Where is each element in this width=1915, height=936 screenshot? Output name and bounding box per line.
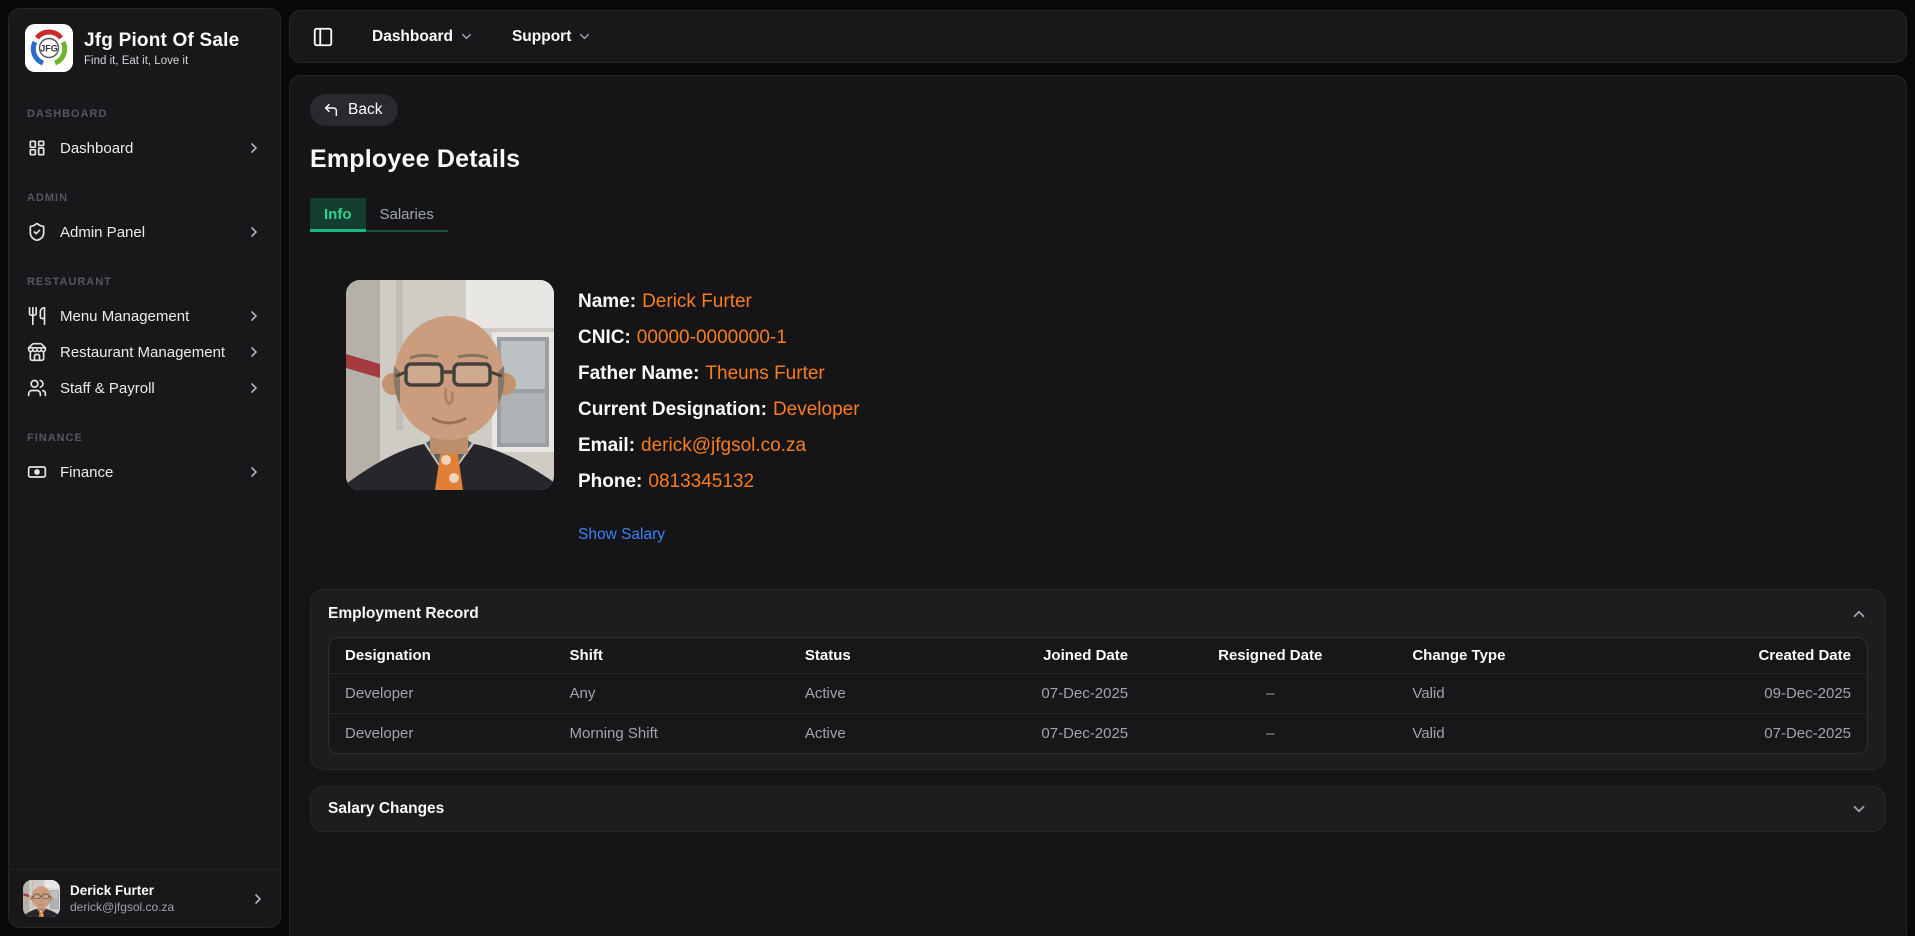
table-row[interactable]: Developer Morning Shift Active 07-Dec-20… xyxy=(329,713,1867,753)
jfg-logo-icon: JFG xyxy=(25,24,73,72)
shield-check-icon xyxy=(27,222,47,242)
employment-record-card: Employment Record Designation Shift Stat… xyxy=(310,589,1886,770)
banknote-icon xyxy=(27,462,47,482)
chevron-right-icon xyxy=(246,380,262,396)
table-header-row: Designation Shift Status Joined Date Res… xyxy=(329,638,1867,673)
nav-section-restaurant: RESTAURANT Menu Management Restaurant Ma… xyxy=(17,276,272,406)
topbar-menu-dashboard[interactable]: Dashboard xyxy=(372,28,474,46)
col-change-type: Change Type xyxy=(1396,638,1651,673)
employee-photo xyxy=(346,280,554,490)
nav-section-dashboard: DASHBOARD Dashboard xyxy=(17,108,272,166)
field-cnic: CNIC:00000-0000000-1 xyxy=(578,320,860,356)
tab-list: Info Salaries xyxy=(310,198,448,232)
nav-section-admin: ADMIN Admin Panel xyxy=(17,192,272,250)
user-avatar xyxy=(23,880,60,917)
chevron-right-icon xyxy=(246,140,262,156)
col-status: Status xyxy=(789,638,1018,673)
sidebar-item-restaurant-management[interactable]: Restaurant Management xyxy=(17,334,272,370)
brand[interactable]: JFG Jfg Piont Of Sale Find it, Eat it, L… xyxy=(9,9,280,72)
col-shift: Shift xyxy=(554,638,789,673)
nav-section-finance: FINANCE Finance xyxy=(17,432,272,490)
field-email: Email:derick@jfgsol.co.za xyxy=(578,428,860,464)
content-panel: Back Employee Details Info Salaries Name… xyxy=(289,75,1907,936)
main-area: Dashboard Support Back Employee Details … xyxy=(289,0,1907,936)
sidebar-item-staff-payroll[interactable]: Staff & Payroll xyxy=(17,370,272,406)
salary-changes-header[interactable]: Salary Changes xyxy=(328,800,1868,818)
store-icon xyxy=(27,342,47,362)
topbar: Dashboard Support xyxy=(289,10,1907,63)
sidebar-item-finance[interactable]: Finance xyxy=(17,454,272,490)
panel-left-icon[interactable] xyxy=(312,26,334,48)
chevron-right-icon xyxy=(250,891,266,907)
sidebar-user-menu[interactable]: Derick Furter derick@jfgsol.co.za xyxy=(9,869,280,927)
tab-info[interactable]: Info xyxy=(310,198,366,230)
col-created-date: Created Date xyxy=(1652,638,1867,673)
section-label: DASHBOARD xyxy=(27,108,272,120)
section-label: FINANCE xyxy=(27,432,272,444)
field-father-name: Father Name:Theuns Furter xyxy=(578,356,860,392)
chevron-down-icon xyxy=(459,29,474,44)
employment-record-header[interactable]: Employment Record xyxy=(328,605,1868,623)
show-salary-link[interactable]: Show Salary xyxy=(578,526,665,544)
topbar-menu-support[interactable]: Support xyxy=(512,28,592,46)
layout-dashboard-icon xyxy=(27,138,47,158)
tab-salaries[interactable]: Salaries xyxy=(366,198,448,230)
salary-changes-card: Salary Changes xyxy=(310,786,1886,832)
employment-record-title: Employment Record xyxy=(328,605,479,623)
user-name: Derick Furter xyxy=(70,883,174,898)
user-info: Derick Furter derick@jfgsol.co.za xyxy=(70,883,174,914)
employee-info-section: Name:Derick Furter CNIC:00000-0000000-1 … xyxy=(346,280,1886,544)
chevron-right-icon xyxy=(246,308,262,324)
back-button[interactable]: Back xyxy=(310,94,398,126)
page-title: Employee Details xyxy=(310,145,1886,174)
sidebar-nav: DASHBOARD Dashboard ADMIN Admin Panel RE… xyxy=(9,72,280,869)
col-joined-date: Joined Date xyxy=(1018,638,1144,673)
chevron-up-icon[interactable] xyxy=(1850,605,1868,623)
section-label: RESTAURANT xyxy=(27,276,272,288)
chevron-right-icon xyxy=(246,224,262,240)
chevron-right-icon xyxy=(246,464,262,480)
sidebar: JFG Jfg Piont Of Sale Find it, Eat it, L… xyxy=(8,8,281,928)
chevron-down-icon[interactable] xyxy=(1850,800,1868,818)
field-phone: Phone:0813345132 xyxy=(578,464,860,500)
sidebar-item-admin-panel[interactable]: Admin Panel xyxy=(17,214,272,250)
field-name: Name:Derick Furter xyxy=(578,284,860,320)
user-email: derick@jfgsol.co.za xyxy=(70,900,174,914)
employment-record-table: Designation Shift Status Joined Date Res… xyxy=(328,637,1868,754)
sidebar-item-menu-management[interactable]: Menu Management xyxy=(17,298,272,334)
employee-fields: Name:Derick Furter CNIC:00000-0000000-1 … xyxy=(578,280,860,544)
col-resigned-date: Resigned Date xyxy=(1144,638,1396,673)
sidebar-item-dashboard[interactable]: Dashboard xyxy=(17,130,272,166)
brand-tagline: Find it, Eat it, Love it xyxy=(84,55,239,67)
utensils-icon xyxy=(27,306,47,326)
field-designation: Current Designation:Developer xyxy=(578,392,860,428)
brand-title: Jfg Piont Of Sale xyxy=(84,30,239,52)
section-label: ADMIN xyxy=(27,192,272,204)
chevron-right-icon xyxy=(246,344,262,360)
corner-up-left-icon xyxy=(323,102,339,118)
brand-text: Jfg Piont Of Sale Find it, Eat it, Love … xyxy=(84,30,239,67)
users-icon xyxy=(27,378,47,398)
col-designation: Designation xyxy=(329,638,554,673)
chevron-down-icon xyxy=(577,29,592,44)
salary-changes-title: Salary Changes xyxy=(328,800,444,818)
table-row[interactable]: Developer Any Active 07-Dec-2025 – Valid… xyxy=(329,673,1867,713)
svg-text:JFG: JFG xyxy=(40,44,58,54)
